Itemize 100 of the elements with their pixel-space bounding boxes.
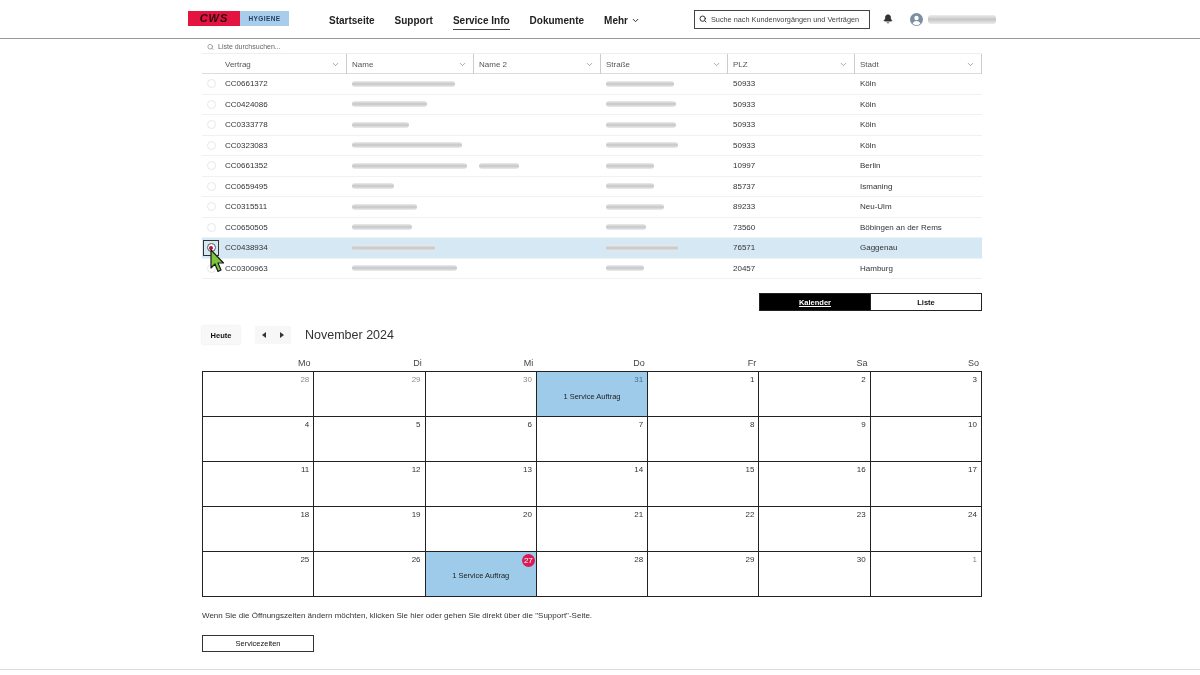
mouse-cursor-icon [210,249,225,273]
day-number: 13 [522,465,532,475]
calendar-day-cell[interactable]: 24 [870,507,982,552]
table-cell-text: CC0438934 [224,242,269,255]
blurred-text [606,224,646,231]
table-cell-text: 89233 [732,201,757,214]
table-cell-text: CC0315511 [224,201,269,214]
calendar-day-cell[interactable]: 22 [648,507,760,552]
table-cell-text: Neu-Ulm [859,201,893,214]
calendar-day-cell[interactable]: 10 [870,417,982,462]
day-number: 12 [411,465,421,475]
table-cell-text: 50933 [732,139,757,152]
blurred-text [606,244,678,251]
calendar-day-cell[interactable]: 4 [203,417,315,462]
calendar-day-cell[interactable]: 23 [759,507,871,552]
calendar-day-cell[interactable]: 29 [314,372,426,417]
day-number: 1 [749,375,755,385]
table-cell-text: Böbingen an der Rems [859,221,943,234]
calendar-day-cell[interactable]: 2 [759,372,871,417]
calendar-day-cell[interactable]: 3 [870,372,982,417]
blurred-text [606,265,644,272]
table-cell-text: CC0661372 [224,78,269,91]
blurred-text [606,142,678,149]
calendar-day-cell[interactable]: 6 [425,417,537,462]
calendar-day-cell[interactable]: 9 [759,417,871,462]
table-cell-text: 20457 [732,262,757,275]
day-number: 1 [972,555,977,565]
logo-wordmark: CWS [188,10,240,26]
weekday-label: Di [412,357,423,370]
table-row[interactable]: CC0438934 76571 Gaggenau [202,238,982,259]
blurred-text [606,183,654,190]
calendar-day-cell[interactable]: 26 [314,552,426,597]
triangle-right-icon [280,332,284,338]
table-cell-text: 76571 [732,242,757,255]
day-number: 19 [411,510,421,520]
day-number: 15 [745,465,755,475]
table-cell-text: Hamburg [859,262,894,275]
day-number: 29 [411,375,421,385]
day-number: 24 [968,510,977,520]
table-cell-text: Gaggenau [859,242,899,255]
table-cell-text: Ismaning [859,180,894,193]
blurred-text [352,121,409,128]
day-number: 11 [300,465,310,475]
calendar-day-cell[interactable]: 8 [648,417,760,462]
day-number: 25 [300,555,310,565]
calendar-day-cell[interactable]: 17 [870,462,982,507]
calendar-day-cell[interactable]: 19 [314,507,426,552]
calendar-day-cell[interactable]: 14 [536,462,649,507]
table-cell-text: Köln [859,98,877,111]
calendar-day-cell[interactable]: 16 [759,462,871,507]
calendar-day-cell[interactable]: 1 [870,552,982,597]
nav-link[interactable]: Support [394,11,433,30]
calendar-day-cell[interactable]: 5 [314,417,426,462]
calendar-day-cell[interactable]: 28 [536,552,649,597]
table-cell-text: 50933 [732,119,757,132]
search-icon [207,43,214,50]
day-number: 16 [856,465,866,475]
blurred-text [479,162,519,169]
day-number: 30 [856,555,866,565]
blurred-text [606,80,674,87]
calendar-day-cell[interactable]: 1 [648,372,760,417]
calendar-day-cell[interactable]: 21 [536,507,649,552]
calendar-day-cell[interactable]: 15 [648,462,760,507]
day-number: 5 [416,420,421,430]
nav-link[interactable]: Startseite [329,11,375,30]
calendar-day-cell[interactable]: 28 [203,372,315,417]
previous-month-button[interactable] [255,326,273,344]
calendar-day-cell[interactable]: 13 [425,462,537,507]
bell-icon[interactable] [882,14,893,24]
calendar-day-cell[interactable]: 30 [425,372,537,417]
table-cell-text: CC0650505 [224,221,269,234]
weekday-label: Sa [855,357,869,370]
calendar-day-cell[interactable]: 7 [536,417,649,462]
blurred-text [606,162,654,169]
calendar-day-cell[interactable]: 30 [759,552,871,597]
table-cell-text: Köln [859,119,877,132]
calendar-day-cell[interactable]: 20 [425,507,537,552]
calendar-day-cell[interactable]: 18 [203,507,315,552]
info-text: Wenn Sie die Öffnungszeiten ändern möchten, klicken Sie hier oder gehen Sie direkt über die "Support"-Seite. [202,611,594,620]
calendar-day-cell[interactable]: 11 [203,462,315,507]
day-number: 3 [972,375,977,385]
table-cell-text: CC0300963 [224,262,269,275]
table-cell-text: CC0333778 [224,119,269,132]
day-number: 26 [411,555,421,565]
nav-link[interactable]: Mehr [604,11,640,30]
next-month-button[interactable] [273,326,291,344]
nav-link[interactable]: Dokumente [529,11,585,30]
weekday-label: Do [632,357,646,370]
user-avatar-icon[interactable] [909,12,923,26]
weekday-label: Fr [746,357,758,370]
calendar-day-cell[interactable]: 29 [648,552,760,597]
weekday-label: Mo [296,357,312,370]
calendar-day-cell[interactable]: 12 [314,462,426,507]
table-cell-text: 50933 [732,98,757,111]
calendar-day-cell[interactable]: 25 [203,552,315,597]
weekday-label: Mi [522,357,535,370]
search-icon [698,15,707,23]
blurred-text [352,203,417,210]
table-cell-text: CC0424086 [224,98,269,111]
nav-link[interactable]: Service Info [452,11,510,30]
